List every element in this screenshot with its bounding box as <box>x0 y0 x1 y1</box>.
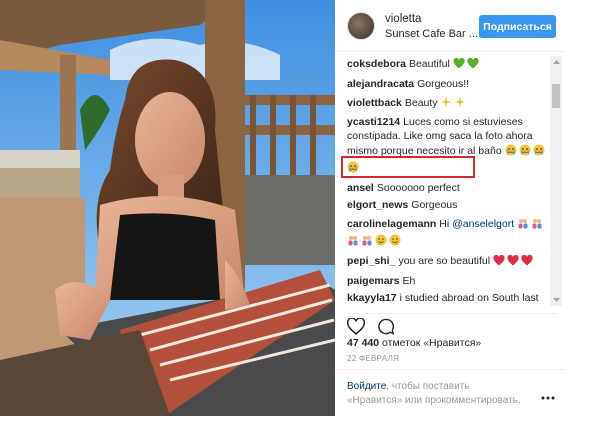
post-photo[interactable] <box>0 0 335 416</box>
comment-text: Hi <box>439 218 450 231</box>
comment-item: coksdebora Beautiful <box>347 57 547 74</box>
red-heart-emoji-icon <box>521 254 533 271</box>
comment-username[interactable]: violettback <box>347 97 402 109</box>
post-header: violetta Sunset Cafe Bar ... Подписаться <box>335 0 565 52</box>
comment-text: Sooooooo perfect <box>376 181 460 194</box>
comment-text: Gorgeous <box>411 199 458 212</box>
comment-username[interactable]: kkayyla17 <box>347 292 397 304</box>
comment-text: Beauty <box>404 96 438 109</box>
scroll-thumb[interactable] <box>552 84 560 108</box>
comment-text: Gorgeous!! <box>417 77 470 90</box>
couple-emoji-icon <box>347 234 359 251</box>
comment-item: pepi_shi_ you are so beautiful <box>347 254 547 271</box>
couple-emoji-icon <box>361 234 373 251</box>
comments-list: coksdebora Beautiful alejandracata Gorgeou… <box>347 55 547 307</box>
comment-item: carolinelagemann Hi @anselelgort <box>347 217 547 251</box>
comment-username[interactable]: paigemars <box>347 275 400 287</box>
likes-count[interactable]: 47 440 отметок «Нравится» <box>347 337 481 349</box>
likes-number: 47 440 <box>347 337 380 349</box>
comment-username[interactable]: carolinelagemann <box>347 218 436 230</box>
likes-label: отметок «Нравится» <box>382 337 482 349</box>
sparkles-emoji-icon <box>440 96 452 113</box>
smiling-face-emoji-icon <box>389 234 401 251</box>
comment-item: ansel Sooooooo perfect <box>347 182 547 196</box>
comment-login-prompt: Войдите, чтобы поставить «Нравится» или … <box>335 369 565 416</box>
crying-face-emoji-icon <box>533 144 545 161</box>
scroll-down-arrow-icon[interactable] <box>550 294 562 306</box>
comment-mention-link[interactable]: @anselelgort <box>452 218 514 230</box>
post-card: violetta Sunset Cafe Bar ... Подписаться… <box>0 0 565 416</box>
comments-scrollbar[interactable] <box>550 56 562 306</box>
crying-face-emoji-icon <box>505 144 517 161</box>
highlight-box <box>341 156 475 178</box>
avatar[interactable] <box>347 12 375 40</box>
comment-item: alejandracata Gorgeous!! <box>347 78 547 92</box>
red-heart-emoji-icon <box>507 254 519 271</box>
comment-item: violettback Beauty <box>347 96 547 113</box>
smiling-face-emoji-icon <box>375 234 387 251</box>
post-date: 22 ФЕВРАЛЯ <box>347 354 400 363</box>
couple-emoji-icon <box>531 217 543 234</box>
action-bar <box>346 313 557 337</box>
comment-text: Beautiful <box>408 58 450 70</box>
couple-emoji-icon <box>517 217 529 234</box>
sparkles-emoji-icon <box>454 96 466 113</box>
post-photo-image <box>0 0 335 416</box>
scroll-up-arrow-icon[interactable] <box>550 56 562 68</box>
crying-face-emoji-icon <box>519 144 531 161</box>
comment-text: Eh <box>402 274 416 287</box>
red-heart-emoji-icon <box>493 254 505 271</box>
comment-username[interactable]: pepi_shi_ <box>347 255 395 267</box>
comment-username[interactable]: coksdebora <box>347 58 406 70</box>
comment-text: you are so beautiful <box>398 254 491 267</box>
comment-icon[interactable] <box>377 318 395 335</box>
follow-button[interactable]: Подписаться <box>479 15 556 38</box>
comment-username[interactable]: ycasti1214 <box>347 116 400 128</box>
author-username[interactable]: violetta <box>385 13 421 25</box>
more-options-icon[interactable] <box>541 388 555 400</box>
like-icon[interactable] <box>346 317 366 335</box>
comment-username[interactable]: alejandracata <box>347 78 414 90</box>
post-sidebar: violetta Sunset Cafe Bar ... Подписаться… <box>335 0 565 416</box>
green-heart-emoji-icon <box>467 57 479 74</box>
green-heart-emoji-icon <box>453 57 465 74</box>
comment-item: kkayyla17 i studied abroad on South last … <box>347 292 547 307</box>
comment-item: elgort_news Gorgeous <box>347 199 547 213</box>
comment-username[interactable]: ansel <box>347 182 374 194</box>
login-prompt-text: Войдите, чтобы поставить «Нравится» или … <box>347 380 527 407</box>
location-link[interactable]: Sunset Cafe Bar ... <box>385 28 478 40</box>
login-link[interactable]: Войдите <box>347 381 386 392</box>
comment-username[interactable]: elgort_news <box>347 199 408 211</box>
comment-item: paigemars Eh <box>347 275 547 289</box>
